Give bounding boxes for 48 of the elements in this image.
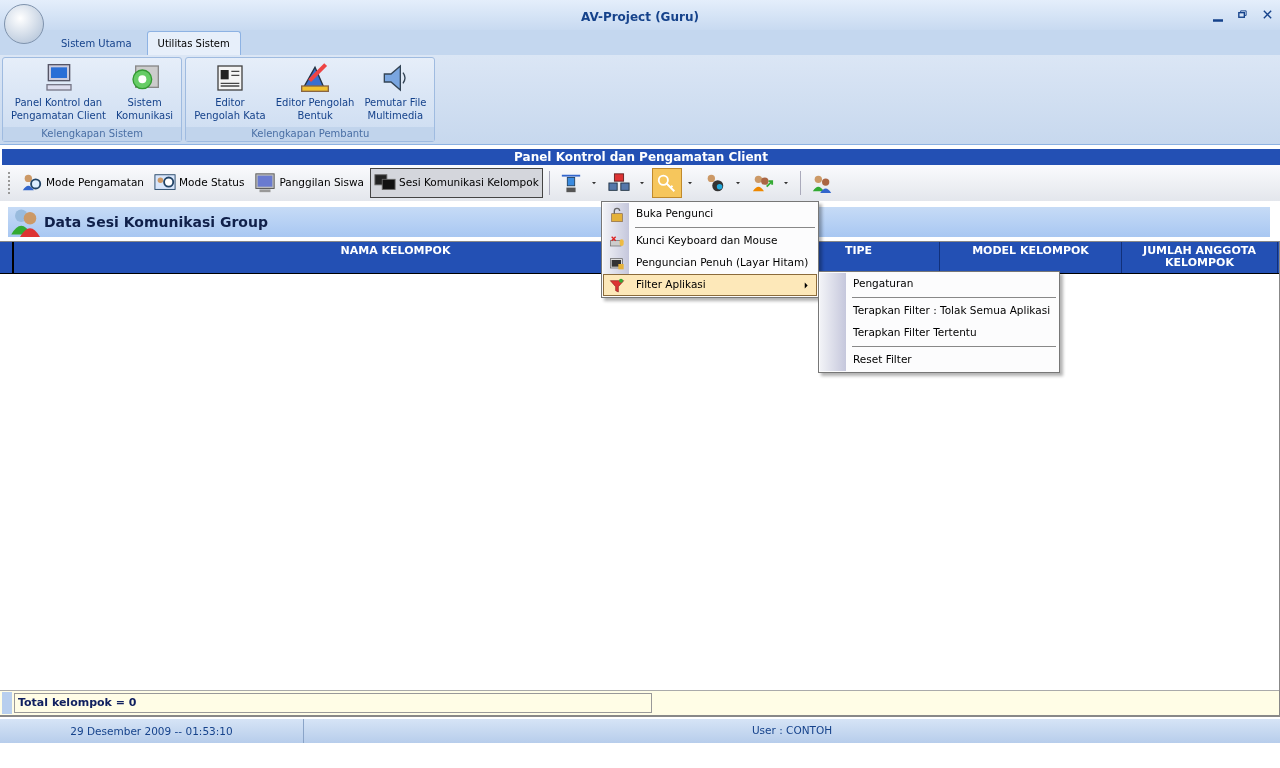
column-header[interactable]: JUMLAH ANGGOTA KELOMPOK (1122, 242, 1278, 273)
ribbon-button[interactable]: Panel Kontrol dan Pengamatan Client (7, 60, 111, 125)
close-icon (1262, 9, 1273, 20)
submenu-arrow-icon (803, 282, 810, 289)
section-title: Data Sesi Komunikasi Group (44, 212, 268, 232)
menu-item[interactable]: Terapkan Filter Tertentu (820, 322, 1058, 344)
ribbon-button[interactable]: Pemutar File Multimedia (360, 60, 431, 125)
menu-item[interactable]: Reset Filter (820, 349, 1058, 371)
people-icon (10, 207, 40, 237)
menu-item[interactable]: Buka Pengunci (603, 203, 817, 225)
menu-item[interactable]: Terapkan Filter : Tolak Semua Aplikasi (820, 300, 1058, 322)
ribbon-tab[interactable]: Sistem Utama (50, 31, 143, 55)
ribbon-button[interactable]: Sistem Komunikasi (112, 60, 178, 125)
key-icon (655, 172, 678, 194)
monitor-icon (254, 172, 277, 194)
dropdown-caret-icon (685, 179, 694, 187)
computers-icon (607, 172, 630, 194)
keyboard-mouse-icon (609, 234, 625, 250)
toolbar-button[interactable]: Panggilan Siswa (250, 168, 369, 198)
dropdown-caret-icon (589, 179, 598, 187)
window-title: AV-Project (Guru) (581, 10, 699, 24)
ruler-pencil-icon (299, 62, 332, 94)
panel-title: Panel Kontrol dan Pengamatan Client (2, 149, 1280, 165)
status-user: User : CONTOH (750, 723, 834, 739)
app-menu-button[interactable] (4, 4, 44, 44)
ribbon-button[interactable]: Editor Pengolah Kata (190, 60, 270, 125)
ribbon-tab[interactable]: Utilitas Sistem (146, 31, 241, 55)
toolbar-button[interactable]: Mode Pengamatan (17, 168, 148, 198)
group-label: Kelengkapan Sistem (3, 127, 182, 141)
screen-lock-icon (609, 256, 625, 272)
restore-icon (1237, 9, 1248, 20)
padlock-icon (609, 207, 625, 223)
footer-marker (2, 692, 12, 714)
minimize-icon (1213, 19, 1223, 22)
status-datetime: 29 Desember 2009 -- 01:53:10 (0, 719, 304, 743)
dropdown-caret-icon (733, 179, 742, 187)
total-count: Total kelompok = 0 (14, 693, 652, 713)
toolbar-grip (8, 172, 11, 194)
network-computer-icon (559, 172, 582, 194)
group-label: Kelengkapan Pembantu (186, 127, 435, 141)
toolbar-button[interactable]: Mode Status (150, 168, 249, 198)
ribbon-button[interactable]: Editor Pengolah Bentuk (271, 60, 359, 125)
dropdown-caret-icon (637, 179, 646, 187)
menu-item[interactable]: Pengaturan (820, 273, 1058, 295)
toolbar-button[interactable]: Sesi Komunikasi Kelompok (370, 168, 543, 198)
funnel-icon (609, 278, 625, 294)
menu-item[interactable]: Filter Aplikasi (603, 274, 817, 296)
dropdown-caret-icon (781, 179, 790, 187)
